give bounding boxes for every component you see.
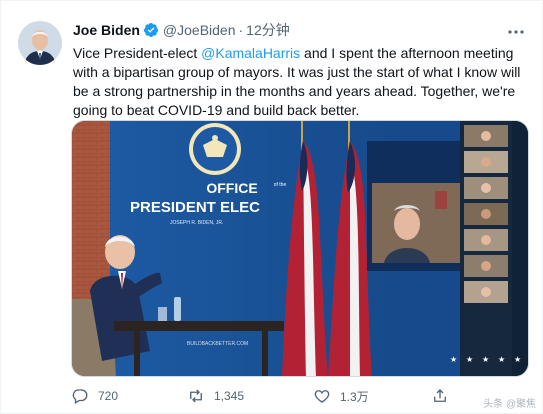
- sign-of-the: of the: [274, 182, 287, 188]
- author-name[interactable]: Joe Biden: [73, 22, 140, 38]
- tweet-timestamp[interactable]: 12分钟: [246, 20, 290, 40]
- mention-link[interactable]: @KamalaHarris: [201, 45, 300, 61]
- svg-text:★: ★: [482, 355, 489, 364]
- share-button[interactable]: [431, 386, 458, 406]
- tweet-text: Vice President-elect @KamalaHarris and I…: [73, 44, 528, 120]
- tweet-photo[interactable]: OFFICE of the PRESIDENT ELEC JOSEPH R. B…: [71, 120, 529, 377]
- verified-badge-icon: [143, 22, 159, 38]
- tweet-header: Joe Biden @JoeBiden · 12分钟: [73, 20, 290, 40]
- water-bottle: [174, 297, 181, 321]
- presidential-seal-icon: [189, 123, 241, 175]
- retweet-button[interactable]: 1,345: [187, 386, 244, 406]
- svg-text:★: ★: [498, 355, 505, 364]
- like-icon: [314, 390, 330, 403]
- svg-text:★: ★: [514, 355, 521, 364]
- tweet-text-start: Vice President-elect: [73, 45, 202, 61]
- separator-dot: ·: [238, 22, 244, 38]
- like-button[interactable]: 1.3万: [313, 386, 369, 406]
- retweet-count: 1,345: [214, 389, 245, 403]
- tweet-card[interactable]: Joe Biden @JoeBiden · 12分钟 Vice Presiden…: [0, 0, 543, 414]
- retweet-icon: [190, 389, 202, 403]
- podium-website: BUILDBACKBETTER.COM: [187, 341, 248, 347]
- svg-text:★: ★: [466, 355, 473, 364]
- reply-count: 720: [98, 389, 119, 403]
- avatar[interactable]: [18, 21, 62, 65]
- video-participant: [394, 208, 420, 240]
- more-options-icon[interactable]: [507, 25, 525, 37]
- like-count: 1.3万: [340, 389, 369, 404]
- table: [114, 321, 284, 331]
- sign-name: JOSEPH R. BIDEN, JR.: [170, 220, 223, 226]
- sign-president-elect: PRESIDENT ELEC: [130, 199, 260, 216]
- reply-icon: [72, 389, 88, 404]
- action-bar: 720 1,345 1.3万: [71, 386, 531, 406]
- svg-text:★: ★: [450, 355, 457, 364]
- sign-office: OFFICE: [206, 180, 257, 196]
- author-handle[interactable]: @JoeBiden: [163, 22, 236, 38]
- share-icon: [434, 389, 446, 402]
- watermark: 头条 @聚焦: [483, 399, 536, 410]
- reply-button[interactable]: 720: [71, 386, 118, 406]
